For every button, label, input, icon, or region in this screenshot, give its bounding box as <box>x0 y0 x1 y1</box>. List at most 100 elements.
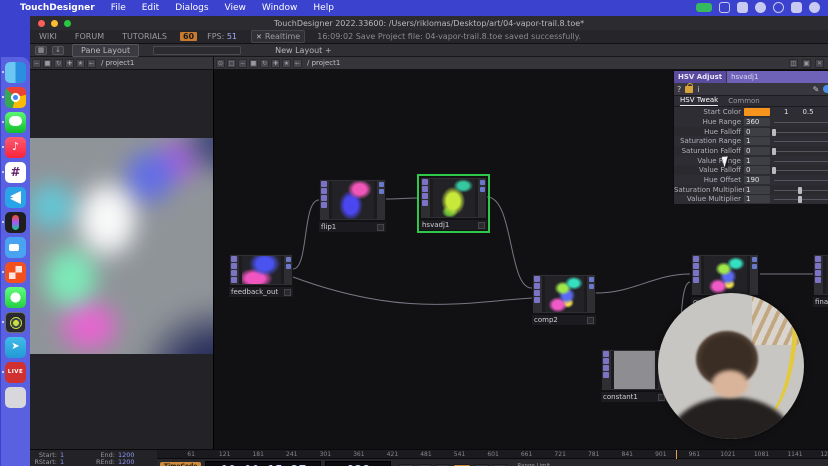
top-viewer-pane[interactable] <box>30 70 213 449</box>
menubar-icon-2[interactable] <box>737 2 748 13</box>
node-flag-icons[interactable] <box>230 255 239 285</box>
dock-icon-whatsapp[interactable] <box>5 287 26 308</box>
playhead[interactable] <box>676 450 677 459</box>
layout-tabs-strip[interactable] <box>153 46 241 55</box>
pane-float-icon[interactable]: ▣ <box>802 59 811 68</box>
dock-icon-zoom[interactable] <box>5 237 26 258</box>
pane-bookmark-icon[interactable]: ★ <box>76 59 85 68</box>
right-pane-path[interactable]: / project1 <box>307 59 340 67</box>
left-pane-path[interactable]: / project1 <box>101 59 134 67</box>
dock-icon-slack[interactable]: # <box>5 162 26 183</box>
layout-grid-icon[interactable]: ▦ <box>35 46 47 55</box>
param-value-field[interactable]: 0 <box>744 147 770 155</box>
param-tab-hsv-tweak[interactable]: HSV Tweak <box>680 96 718 106</box>
wiki-link[interactable]: WIKI <box>30 32 66 41</box>
menubar-icon-3[interactable] <box>755 2 766 13</box>
param-value-field[interactable]: 1 <box>744 157 770 165</box>
node-output-connectors[interactable] <box>284 255 292 285</box>
param-value-field[interactable]: 360 <box>744 118 770 126</box>
node-flag-icons[interactable] <box>814 255 823 295</box>
save-layout-icon[interactable]: ↓ <box>52 46 64 55</box>
param-slider[interactable] <box>774 128 828 136</box>
edit-expression-icon[interactable]: ✎ <box>813 85 820 94</box>
menu-item-view[interactable]: View <box>217 3 254 13</box>
param-slider[interactable] <box>774 166 828 174</box>
param-value-field[interactable]: 1 <box>744 195 770 203</box>
frame-display[interactable]: 928 <box>325 461 391 466</box>
param-slider[interactable] <box>774 176 828 184</box>
slider-handle[interactable] <box>798 187 802 194</box>
title-bar[interactable]: TouchDesigner 2022.33600: /Users/rikloma… <box>30 16 828 30</box>
pane-lock-icon[interactable]: ⊙ <box>216 59 225 68</box>
dock-icon-notes[interactable] <box>5 387 26 408</box>
menu-item-help[interactable]: Help <box>305 3 342 13</box>
realtime-toggle[interactable]: ✕Realtime <box>251 30 305 43</box>
node-flag-icons[interactable] <box>602 350 611 390</box>
dock-icon-grid-app[interactable] <box>5 262 26 283</box>
node-info-flag[interactable] <box>587 317 594 324</box>
dock-icon-vscode[interactable] <box>5 187 26 208</box>
param-slider[interactable] <box>774 186 828 194</box>
pane-maximize-icon[interactable]: ■ <box>43 59 52 68</box>
control-center-icon[interactable] <box>809 2 820 13</box>
lock-icon[interactable] <box>685 86 693 93</box>
param-slider[interactable] <box>774 147 828 155</box>
node-output-connectors[interactable] <box>750 255 758 295</box>
node-output-connectors[interactable] <box>377 180 385 220</box>
slider-handle[interactable] <box>772 167 776 174</box>
tutorials-link[interactable]: TUTORIALS <box>113 32 176 41</box>
color-value-g[interactable]: 0.5 <box>802 108 813 116</box>
slider-handle[interactable] <box>798 196 802 203</box>
param-value-field[interactable]: 0 <box>744 128 770 136</box>
timecode-display[interactable]: 00:00:15.27 <box>205 461 321 466</box>
node-info-flag[interactable] <box>284 289 291 296</box>
param-value-field[interactable]: 190 <box>744 176 770 184</box>
dock-icon-live[interactable]: LIVE <box>5 362 26 383</box>
pane-close-icon[interactable]: ✕ <box>815 59 824 68</box>
menu-item-window[interactable]: Window <box>254 3 306 13</box>
slider-handle[interactable] <box>772 129 776 136</box>
dock-icon-music[interactable]: ♪ <box>5 137 26 158</box>
node-comp2[interactable]: comp2 <box>532 274 596 325</box>
param-value-field[interactable]: 0 <box>744 166 770 174</box>
pane-add-icon[interactable]: ✚ <box>65 59 74 68</box>
menu-item-edit[interactable]: Edit <box>134 3 167 13</box>
info-icon[interactable]: i <box>697 85 699 94</box>
language-icon[interactable] <box>823 85 828 93</box>
dock-icon-figma[interactable] <box>5 212 26 233</box>
color-swatch[interactable] <box>744 108 770 116</box>
menu-item-file[interactable]: File <box>103 3 134 13</box>
slider-handle[interactable] <box>772 148 776 155</box>
timeline-field-value[interactable]: 1 <box>60 452 88 459</box>
pane-collapse-icon[interactable]: − <box>32 59 41 68</box>
timeline-ruler[interactable]: 6112118124130136142148154160166172178184… <box>157 450 828 459</box>
node-flag-icons[interactable] <box>533 275 542 313</box>
pane-back-icon[interactable]: ← <box>293 59 302 68</box>
pane-split-icon[interactable]: ◫ <box>789 59 798 68</box>
pane-refresh-icon[interactable]: ↻ <box>54 59 63 68</box>
timeline-field-value[interactable]: 1200 <box>118 459 148 466</box>
param-value-field[interactable]: 1 <box>744 186 770 194</box>
pane-back-icon[interactable]: ← <box>87 59 96 68</box>
dock-icon-messages[interactable] <box>5 112 26 133</box>
help-icon[interactable]: ? <box>677 85 681 94</box>
recording-pill-icon[interactable] <box>696 3 712 12</box>
menubar-icon-5[interactable] <box>791 2 802 13</box>
node-hsvadj1[interactable]: hsvadj1 <box>420 177 487 230</box>
param-value-field[interactable]: 1 <box>744 137 770 145</box>
pane-layout-button[interactable]: Pane Layout <box>72 44 139 57</box>
color-value-r[interactable]: 1 <box>784 108 788 116</box>
dock-icon-chrome[interactable] <box>5 87 26 108</box>
new-layout-button[interactable]: New Layout + <box>267 45 339 56</box>
node-flip1[interactable]: flip1 <box>319 179 386 232</box>
node-fina[interactable]: fina <box>813 254 828 307</box>
pane-refresh-icon[interactable]: ↻ <box>260 59 269 68</box>
node-flag-icons[interactable] <box>421 178 430 218</box>
node-info-flag[interactable] <box>377 224 384 231</box>
pane-viewer-icon[interactable]: □ <box>227 59 236 68</box>
menubar-icon-1[interactable] <box>719 2 730 13</box>
pane-maximize-icon[interactable]: ■ <box>249 59 258 68</box>
node-feedback_out[interactable]: feedback_out <box>229 254 293 297</box>
param-slider[interactable] <box>774 118 828 126</box>
node-constant1[interactable]: constant1 <box>601 349 667 402</box>
